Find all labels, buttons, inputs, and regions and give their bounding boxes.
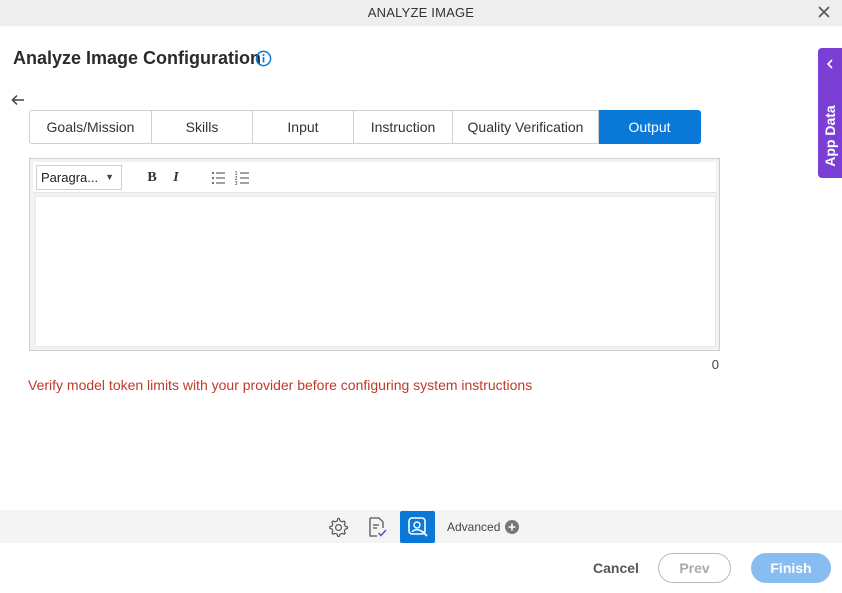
tab-bar: Goals/Mission Skills Input Instruction Q… bbox=[29, 110, 701, 144]
gear-icon bbox=[329, 517, 349, 538]
finish-button[interactable]: Finish bbox=[751, 553, 831, 583]
character-count: 0 bbox=[711, 357, 719, 372]
dialog-title: ANALYZE IMAGE bbox=[367, 5, 475, 20]
tab-input[interactable]: Input bbox=[253, 110, 354, 144]
paragraph-format-select[interactable]: Paragra... ▼ bbox=[36, 165, 122, 190]
cancel-button[interactable]: Cancel bbox=[590, 553, 642, 583]
editor-toolbar: Paragra... ▼ B I 1 2 3 bbox=[33, 162, 716, 193]
tab-instruction[interactable]: Instruction bbox=[354, 110, 453, 144]
dialog-title-bar: ANALYZE IMAGE bbox=[0, 0, 842, 26]
app-data-label: App Data bbox=[822, 105, 838, 167]
tab-quality-verification[interactable]: Quality Verification bbox=[453, 110, 599, 144]
warning-message: Verify model token limits with your prov… bbox=[28, 377, 533, 393]
analyze-image-button[interactable] bbox=[400, 511, 435, 543]
numbered-list-icon[interactable]: 1 2 3 bbox=[234, 169, 252, 187]
bottom-toolbar: Advanced bbox=[0, 510, 842, 543]
close-icon[interactable] bbox=[816, 4, 832, 20]
app-data-panel-toggle[interactable]: App Data bbox=[818, 48, 842, 178]
advanced-link[interactable]: Advanced bbox=[447, 520, 500, 534]
rich-text-editor: Paragra... ▼ B I 1 2 3 bbox=[29, 158, 720, 351]
editor-content-area[interactable] bbox=[35, 196, 716, 347]
tab-skills[interactable]: Skills bbox=[152, 110, 253, 144]
page-title: Analyze Image Configuration bbox=[13, 48, 262, 68]
image-search-icon bbox=[407, 517, 428, 537]
prev-button[interactable]: Prev bbox=[658, 553, 731, 583]
caret-down-icon: ▼ bbox=[105, 172, 114, 182]
plus-circle-icon[interactable] bbox=[505, 520, 519, 534]
paragraph-format-value: Paragra... bbox=[41, 170, 99, 185]
svg-text:3: 3 bbox=[235, 181, 238, 187]
bullet-list-icon[interactable] bbox=[210, 169, 228, 187]
bold-button[interactable]: B bbox=[143, 169, 161, 187]
document-check-button[interactable] bbox=[363, 513, 391, 541]
chevron-left-icon bbox=[826, 59, 833, 69]
info-icon[interactable] bbox=[255, 50, 272, 67]
document-check-icon bbox=[369, 517, 387, 537]
tab-output[interactable]: Output bbox=[599, 110, 701, 144]
settings-button[interactable] bbox=[324, 513, 352, 541]
tab-goals-mission[interactable]: Goals/Mission bbox=[29, 110, 152, 144]
italic-button[interactable]: I bbox=[167, 169, 185, 187]
back-arrow-icon[interactable] bbox=[10, 92, 26, 108]
